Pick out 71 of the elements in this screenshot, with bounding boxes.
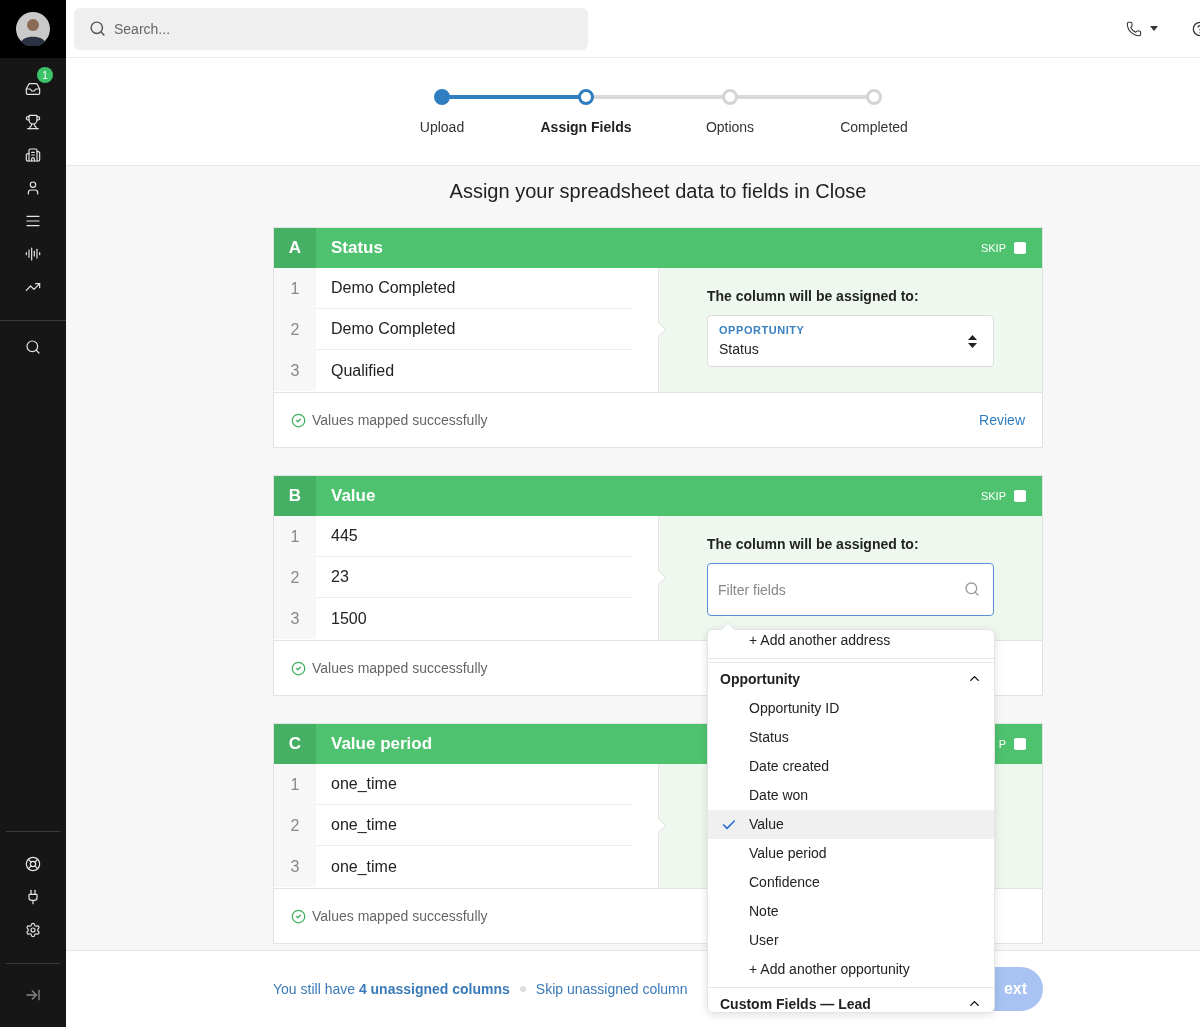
cell-value: 445 [331, 526, 358, 546]
status-text: Values mapped successfully [312, 908, 488, 924]
group-header: Custom Fields — Lead [720, 995, 871, 1012]
row-number: 3 [274, 846, 316, 887]
column-letter: B [274, 476, 316, 516]
field-option[interactable]: Date created [708, 752, 994, 781]
cell-value: Demo Completed [331, 319, 456, 339]
cell-value: 23 [331, 567, 349, 587]
assignment-label: The column will be assigned to: [707, 535, 920, 554]
field-option[interactable]: Status [708, 723, 994, 752]
step-label: Assign Fields [540, 118, 632, 137]
column-name: Value [331, 486, 376, 506]
cell-value: one_time [331, 856, 397, 877]
row-number: 2 [274, 805, 316, 846]
status-text: Values mapped successfully [312, 660, 488, 676]
add-option[interactable]: + Add another address [749, 630, 891, 651]
field-select[interactable]: OPPORTUNITY Status [707, 315, 994, 367]
check-circle-icon [291, 660, 306, 676]
notification-badge: 1 [37, 67, 53, 83]
skip-label: SKIP [980, 488, 1006, 504]
column-letter: A [274, 228, 316, 268]
skip-unassigned-link[interactable]: Skip unassigned column [535, 978, 688, 1000]
cell-value: Qualified [331, 360, 395, 381]
skip-label: P [998, 736, 1006, 752]
row-number: 1 [274, 516, 316, 557]
row-number: 2 [274, 309, 316, 350]
review-link[interactable]: Review [979, 409, 1025, 431]
field-option[interactable]: Value period [708, 839, 994, 868]
skip-checkbox[interactable] [1014, 490, 1026, 502]
skip-checkbox[interactable] [1014, 738, 1026, 750]
step-label: Options [705, 118, 755, 137]
step-label: Completed [840, 118, 908, 137]
check-circle-icon [291, 412, 306, 428]
step-label: Upload [419, 118, 465, 137]
cell-value: 1500 [331, 608, 367, 629]
cell-value: Demo Completed [331, 278, 456, 298]
avatar[interactable] [16, 12, 50, 46]
field-group: OPPORTUNITY [719, 322, 968, 339]
skip-checkbox[interactable] [1014, 242, 1026, 254]
row-number: 3 [274, 350, 316, 391]
column-name: Value period [331, 734, 433, 754]
filter-field[interactable]: Filter fields [707, 563, 994, 616]
row-number: 2 [274, 557, 316, 598]
status-text: Values mapped successfully [312, 412, 488, 428]
column-letter: C [274, 724, 316, 764]
assignment-label: The column will be assigned to: [707, 287, 920, 306]
field-option[interactable]: Opportunity ID [708, 694, 994, 723]
field-option[interactable]: Confidence [708, 868, 994, 897]
unassigned-message: You still have 4 unassigned columns [273, 979, 510, 999]
page-heading: Assign your spreadsheet data to fields in Close [448, 179, 868, 204]
column-name: Status [331, 238, 383, 258]
field-value: Status [719, 339, 760, 359]
row-number: 1 [274, 764, 316, 805]
field-option[interactable]: Date won [708, 781, 994, 810]
phone-button[interactable] [1126, 20, 1158, 37]
search-icon [89, 19, 106, 37]
cell-value: one_time [331, 774, 397, 794]
search-field[interactable]: Search... [74, 7, 588, 50]
search-icon [964, 581, 980, 597]
add-option[interactable]: + Add another opportunity [749, 959, 910, 980]
field-option[interactable]: Note [708, 897, 994, 926]
caret-icon [1150, 26, 1158, 31]
field-option[interactable]: User [708, 926, 994, 955]
group-header: Opportunity [720, 670, 801, 687]
field-option[interactable]: Value [708, 810, 994, 839]
cell-value: one_time [331, 815, 397, 835]
sort-arrows-icon [968, 334, 977, 348]
check-circle-icon [291, 908, 306, 924]
row-number: 1 [274, 268, 316, 309]
skip-label: SKIP [980, 240, 1006, 256]
row-number: 3 [274, 598, 316, 639]
